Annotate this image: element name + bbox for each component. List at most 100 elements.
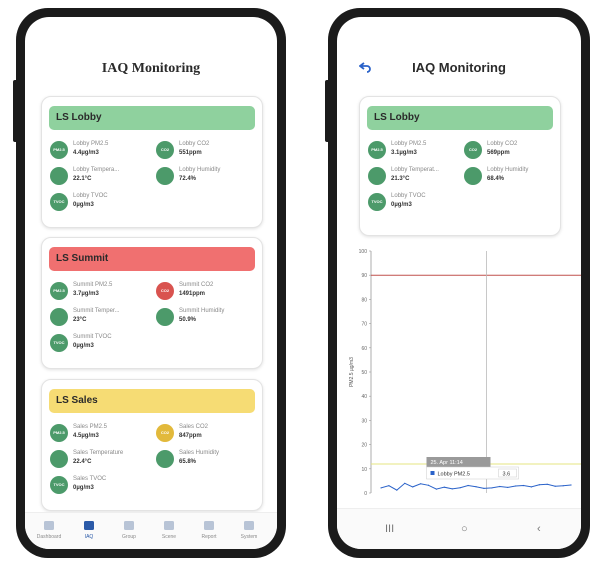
home-icon[interactable]: ○ <box>461 523 468 535</box>
metric-name: Lobby TVOC <box>391 193 426 199</box>
y-tick-label: 70 <box>361 322 367 328</box>
nav-item[interactable]: IAQ <box>71 519 107 540</box>
metric-name: Summit CO2 <box>179 282 214 288</box>
metric-value: 4.5µg/m3 <box>73 433 99 439</box>
nav-label: Dashboard <box>36 534 62 540</box>
pm25-icon: PM2.5 <box>50 424 68 442</box>
metric-item: Sales Humidity 65.8% <box>156 449 256 471</box>
data-point <box>427 484 430 486</box>
data-point <box>435 488 438 490</box>
data-point <box>570 484 572 486</box>
humidity-icon <box>464 167 482 185</box>
data-point <box>483 487 485 490</box>
card-header: LS Lobby <box>49 106 255 130</box>
metric-item: TVOC Summit TVOC 0µg/m3 <box>50 333 150 355</box>
metric-value: 0µg/m3 <box>73 343 94 349</box>
metric-name: Summit Temper... <box>73 308 120 314</box>
tvoc-icon: TVOC <box>50 193 68 211</box>
bottom-navigation: Dashboard IAQ Group Scene Report System <box>25 512 277 549</box>
recent-apps-icon[interactable]: III <box>385 523 394 535</box>
settings-icon <box>244 521 254 530</box>
metric-item: TVOC Lobby TVOC 0µg/m3 <box>50 192 150 214</box>
nav-label: System <box>240 534 258 540</box>
data-point <box>419 483 422 485</box>
metric-name: Sales TVOC <box>73 476 107 482</box>
page-title: IAQ Monitoring <box>412 60 506 75</box>
card-header: LS Summit <box>49 247 255 271</box>
metric-item: CO2 Sales CO2 847ppm <box>156 423 256 445</box>
metric-name: Lobby Tempera... <box>73 167 120 173</box>
metric-item: PM2.5 Summit PM2.5 3.7µg/m3 <box>50 281 150 303</box>
metric-value: 569ppm <box>487 150 510 156</box>
data-point <box>451 488 453 490</box>
metric-name: Lobby PM2.5 <box>391 141 427 147</box>
y-tick-label: 60 <box>361 346 367 352</box>
y-tick-label: 0 <box>364 491 367 497</box>
metric-name: Sales CO2 <box>179 424 209 430</box>
left-phone-screen: IAQ Monitoring LS Lobby PM2.5 Lobby PM2.5 4… <box>25 17 277 549</box>
data-point <box>522 484 525 487</box>
metric-name: Summit TVOC <box>73 334 112 340</box>
tvoc-icon: TVOC <box>50 334 68 352</box>
nav-item[interactable]: System <box>231 519 267 540</box>
metric-name: Lobby PM2.5 <box>73 141 109 147</box>
data-point <box>546 483 548 485</box>
dashboard-icon <box>44 521 54 530</box>
tooltip-date: 25. Apr 11:14 <box>431 460 463 466</box>
data-point <box>554 485 556 487</box>
card-header: LS Lobby <box>367 106 553 130</box>
metric-value: 0µg/m3 <box>73 202 94 208</box>
metric-name: Sales PM2.5 <box>73 424 108 430</box>
sensor-card[interactable]: LS Lobby PM2.5 Lobby PM2.5 3.1µg/m3 CO2 Lobby… <box>359 96 561 236</box>
data-point <box>396 489 398 491</box>
data-point <box>388 485 390 487</box>
metric-value: 23°C <box>73 317 87 323</box>
metric-value: 72.4% <box>179 176 197 182</box>
thermometer-icon <box>50 167 68 185</box>
sensor-card[interactable]: LS Sales PM2.5 Sales PM2.5 4.5µg/m3 CO2 Sales… <box>41 379 263 511</box>
humidity-icon <box>156 308 174 326</box>
y-tick-label: 20 <box>361 443 367 449</box>
data-point <box>562 485 564 487</box>
metric-name: Sales Humidity <box>179 450 220 456</box>
pm25-chart[interactable]: 0 10 20 30 40 50 60 70 80 90 100 PM2.5 µg/m3 25. Apr… <box>337 243 581 513</box>
metric-value: 0µg/m3 <box>73 485 94 491</box>
metric-name: Lobby CO2 <box>487 141 518 147</box>
nav-item[interactable]: Dashboard <box>31 519 67 540</box>
card-header: LS Sales <box>49 389 255 413</box>
y-tick-label: 80 <box>361 297 367 303</box>
tvoc-icon: TVOC <box>50 476 68 494</box>
nav-item[interactable]: Scene <box>151 519 187 540</box>
nav-item[interactable]: Group <box>111 519 147 540</box>
metric-value: 3.1µg/m3 <box>391 150 417 156</box>
nav-label: IAQ <box>84 534 94 540</box>
metric-value: 1491ppm <box>179 291 206 297</box>
humidity-icon <box>156 450 174 468</box>
metric-item: Lobby Humidity 72.4% <box>156 166 256 188</box>
tvoc-icon: TVOC <box>368 193 386 211</box>
sensor-card[interactable]: LS Lobby PM2.5 Lobby PM2.5 4.4µg/m3 CO2 Lobby… <box>41 96 263 228</box>
right-phone-screen: IAQ Monitoring LS Lobby PM2.5 Lobby PM2.5 3… <box>337 17 581 549</box>
data-point <box>404 482 406 484</box>
data-point <box>507 486 509 489</box>
metric-item: TVOC Sales TVOC 0µg/m3 <box>50 475 150 497</box>
humidity-icon <box>156 167 174 185</box>
co2-icon: CO2 <box>156 141 174 159</box>
data-point <box>475 486 477 488</box>
tooltip-series-swatch <box>430 471 435 475</box>
sensor-card[interactable]: LS Summit PM2.5 Summit PM2.5 3.7µg/m3 CO2 Sum… <box>41 237 263 369</box>
pm25-icon: PM2.5 <box>368 141 386 159</box>
metric-value: 68.4% <box>487 176 505 182</box>
metric-value: 50.9% <box>179 317 197 323</box>
back-icon[interactable]: ‹ <box>537 523 541 535</box>
metric-name: Lobby Humidity <box>487 167 529 173</box>
nav-item[interactable]: Report <box>191 519 227 540</box>
scene-icon <box>164 521 174 530</box>
thermometer-icon <box>50 308 68 326</box>
data-point <box>514 485 517 487</box>
metric-item: Summit Temper... 23°C <box>50 307 150 329</box>
metric-item: PM2.5 Sales PM2.5 4.5µg/m3 <box>50 423 150 445</box>
metric-value: 21.3°C <box>391 176 410 182</box>
metric-item: PM2.5 Lobby PM2.5 3.1µg/m3 <box>368 140 468 162</box>
metric-item: CO2 Summit CO2 1491ppm <box>156 281 256 303</box>
